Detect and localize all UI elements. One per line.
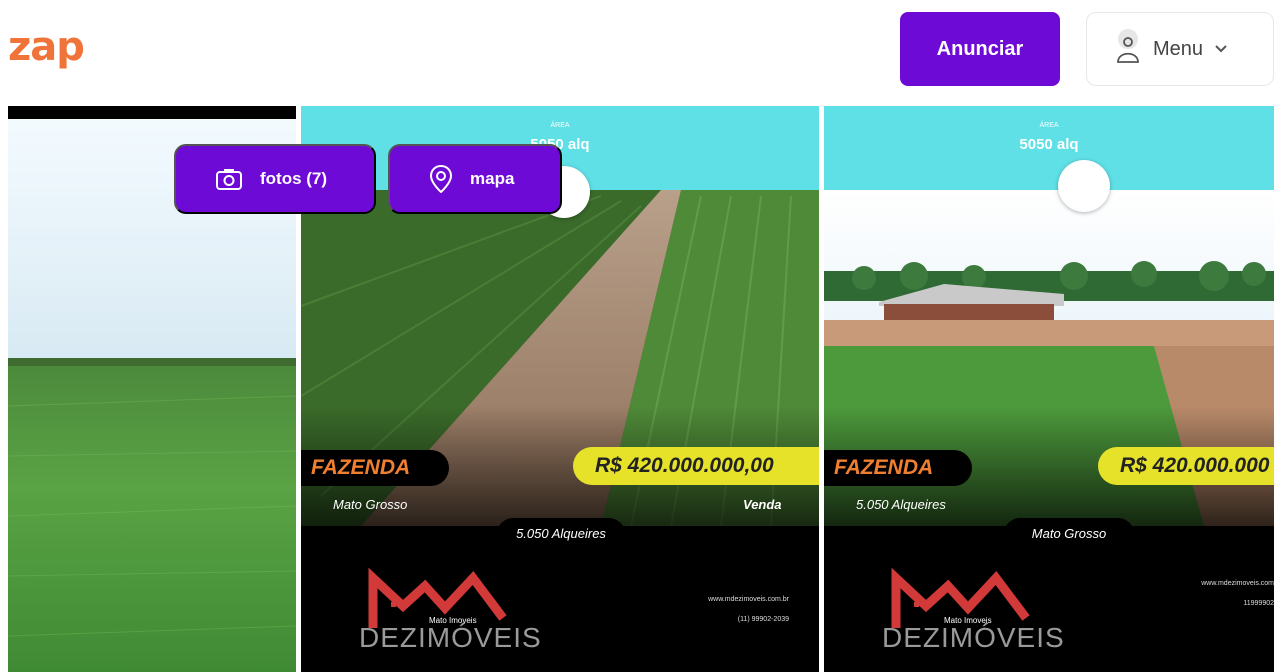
chevron-down-icon	[1215, 45, 1227, 53]
photos-button[interactable]: fotos (7)	[174, 144, 376, 214]
zap-logo[interactable]: zap	[8, 24, 85, 70]
menu-label: Menu	[1153, 37, 1204, 60]
brand-name: DEZIMÓVEIS	[359, 622, 542, 653]
area-value: 5050 alq	[1019, 136, 1079, 153]
price-tag: R$ 420.000.000,00	[573, 447, 819, 485]
photos-label: fotos (7)	[260, 169, 328, 188]
website-text: www.mdezimoveis.com.br	[708, 596, 789, 603]
size-text: 5.050 Alqueires	[856, 497, 946, 512]
website-text: www.mdezimoveis.com	[1201, 580, 1274, 587]
area-label: ÁREA	[550, 122, 570, 129]
menu-button[interactable]: Menu	[1086, 12, 1274, 86]
deal-type-text: Venda	[743, 497, 782, 512]
property-type-tag: FAZENDA	[301, 450, 449, 486]
phone-text: (11) 99902-2039	[737, 616, 789, 623]
price-tag: R$ 420.000.000	[1098, 447, 1274, 485]
photo-top-border	[8, 106, 296, 119]
map-label: mapa	[470, 169, 515, 188]
phone-text: 11999902	[1243, 600, 1274, 607]
size-pill: 5.050 Alqueires	[497, 518, 625, 550]
camera-icon	[216, 169, 242, 190]
property-type-tag: FAZENDA	[824, 450, 972, 486]
brand-name: DEZIMÓVEIS	[882, 622, 1065, 653]
location-text: Mato Grosso	[333, 497, 408, 512]
map-pin-icon	[430, 165, 452, 193]
user-icon	[1117, 29, 1139, 63]
location-pill: Mato Grosso	[1004, 518, 1134, 550]
gallery-photo-3[interactable]: ÁREA 5050 alq FAZENDA R$ 420.000.000 5.0…	[824, 106, 1274, 672]
map-button[interactable]: mapa	[388, 144, 562, 214]
anunciar-button[interactable]: Anunciar	[900, 12, 1060, 86]
building-icon	[1058, 160, 1110, 212]
area-label: ÁREA	[1039, 122, 1059, 129]
top-bar: zap Anunciar Menu	[0, 0, 1274, 100]
